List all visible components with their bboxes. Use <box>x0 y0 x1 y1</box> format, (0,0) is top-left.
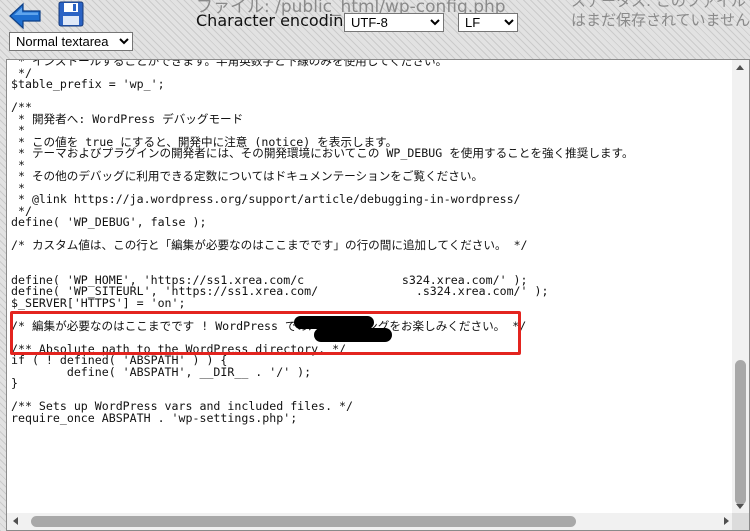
scroll-up-icon[interactable] <box>736 65 744 70</box>
code-line: define( 'ABSPATH', __DIR__ . '/' ); <box>11 364 312 379</box>
scrollbar-corner <box>732 513 749 530</box>
code-line: /* カスタム値は、この行と「編集が必要なのはここまでです」の行の間に追加してく… <box>11 238 528 252</box>
scroll-left-icon[interactable] <box>13 517 18 525</box>
toolbar: ファイル: /public_html/wp-config.php Charact… <box>0 0 750 60</box>
character-encoding-label: Character encoding: <box>196 11 359 30</box>
code-line: * 開発者へ: WordPress デバッグモード <box>11 111 244 126</box>
scroll-down-icon[interactable] <box>736 504 744 509</box>
code-line: * @link https://ja.wordpress.org/support… <box>11 192 521 206</box>
highlight-annotation-box <box>10 311 521 355</box>
code-line: $_SERVER['HTTPS'] = 'on'; <box>11 295 186 310</box>
status-line-2: はまだ保存されていません <box>571 11 750 29</box>
code-content: * インストールすることができます。半角英数字と下線のみを使用してください。 *… <box>11 59 731 425</box>
code-line: define( 'WP_DEBUG', false ); <box>11 215 207 229</box>
vertical-scroll-thumb[interactable] <box>735 360 746 505</box>
code-line: * インストールすることができます。半角英数字と下線のみを使用してください。 <box>11 59 448 68</box>
floppy-disk-icon[interactable] <box>58 1 84 27</box>
character-encoding-select[interactable]: UTF-8 <box>344 13 444 32</box>
editor-mode-select[interactable]: Normal textarea <box>9 32 133 51</box>
horizontal-scroll-thumb[interactable] <box>31 516 576 527</box>
horizontal-scrollbar[interactable] <box>7 513 734 530</box>
redaction-mark <box>314 328 392 342</box>
code-line: * その他のデバッグに利用できる定数についてはドキュメンテーションをご覧ください… <box>11 169 484 183</box>
save-status: ステータス: このファイル はまだ保存されていません <box>571 0 750 30</box>
vertical-scrollbar[interactable] <box>732 60 749 530</box>
code-line: $table_prefix = 'wp_'; <box>11 77 165 91</box>
code-line: require_once ABSPATH . 'wp-settings.php'… <box>11 410 298 425</box>
scroll-right-icon[interactable] <box>724 517 729 525</box>
status-line-1: ステータス: このファイル <box>571 0 746 10</box>
code-line: * テーマおよびプラグインの開発者には、その開発環境においてこの WP_DEBU… <box>11 146 634 160</box>
back-arrow-icon[interactable] <box>8 2 42 30</box>
code-textarea[interactable]: * インストールすることができます。半角英数字と下線のみを使用してください。 *… <box>6 59 750 531</box>
code-line: } <box>11 376 18 390</box>
line-ending-select[interactable]: LF <box>458 13 518 32</box>
